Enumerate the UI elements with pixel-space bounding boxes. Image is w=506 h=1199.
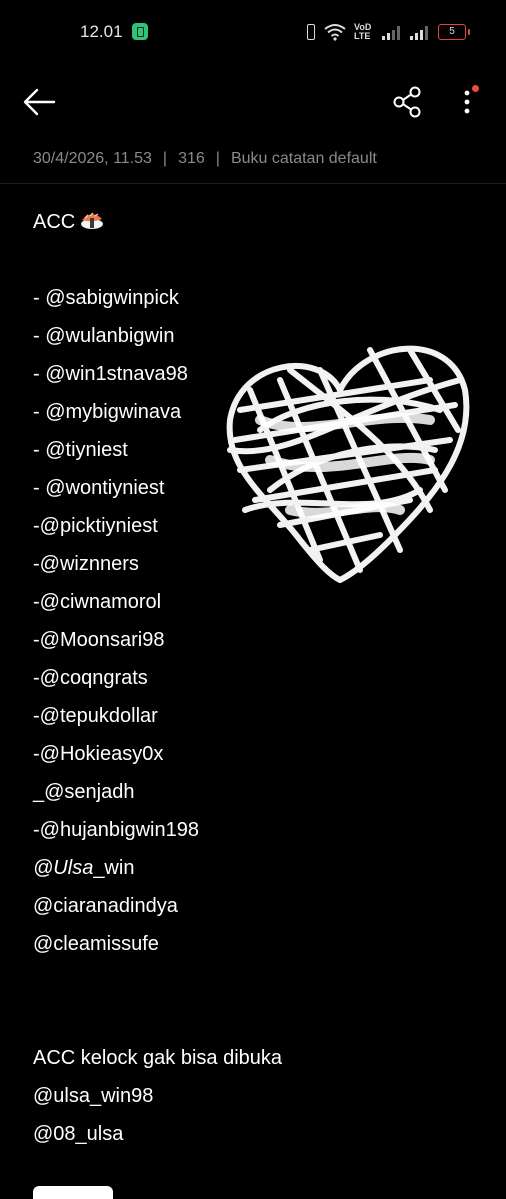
notebook-name[interactable]: Buku catatan default	[231, 150, 377, 167]
volte-icon: VoD LTE	[354, 22, 372, 41]
note-body[interactable]: ACC - @sabigwinpick - @wulanbigwin - @win1s…	[33, 203, 473, 1153]
note-line: - @wontiyniest	[33, 469, 473, 507]
note-line-text: @ciaranadindya	[33, 895, 178, 917]
meta-separator: |	[215, 150, 220, 167]
note-toolbar	[0, 70, 506, 134]
note-line: - @wulanbigwin	[33, 317, 473, 355]
more-button[interactable]	[452, 82, 482, 122]
note-line-text: - @sabigwinpick	[33, 287, 179, 309]
note-line-text: -@tepukdollar	[33, 705, 158, 727]
note-line-text: @ulsa_win98	[33, 1085, 154, 1107]
status-time: 12.01	[80, 22, 123, 41]
note-line-text: -@ciwnamorol	[33, 591, 162, 613]
app-notification-icon	[132, 23, 148, 40]
note-line-text: ACC kelock gak bisa dibuka	[33, 1047, 283, 1069]
note-line: - @sabigwinpick	[33, 279, 473, 317]
battery-icon: 5	[438, 24, 470, 40]
note-blank-line	[33, 963, 473, 1001]
note-line-text: @08_ulsa	[33, 1123, 124, 1145]
notification-dot	[472, 85, 479, 92]
note-line: - @tiyniest	[33, 431, 473, 469]
note-line: @Ulsa_win	[33, 849, 473, 887]
note-line-text: -@Hokieasy0x	[33, 743, 164, 765]
share-icon	[393, 86, 421, 118]
note-line-text: - @wontiyniest	[33, 477, 165, 499]
meta-separator: |	[162, 150, 168, 167]
note-line: -@Hokieasy0x	[33, 735, 473, 773]
back-button[interactable]	[20, 84, 60, 120]
note-line: @ulsa_win98	[33, 1077, 473, 1115]
note-line-text: - @mybigwinava	[33, 401, 182, 423]
sushi-icon	[81, 212, 104, 229]
note-line: @08_ulsa	[33, 1115, 473, 1153]
note-line-text: - @tiyniest	[33, 439, 128, 461]
note-date: 30/4/2026, 11.53	[33, 150, 152, 167]
note-metadata: 30/4/2026, 11.53 | 316 | Buku catatan defaul…	[33, 150, 377, 168]
vibrate-icon	[304, 23, 316, 41]
note-line: -@ciwnamorol	[33, 583, 473, 621]
note-line: -@picktiyniest	[33, 507, 473, 545]
note-line-text: _@senjadh	[33, 781, 135, 803]
note-line-text: -@coqngrats	[33, 667, 148, 689]
note-line-text: -@picktiyniest	[33, 515, 158, 537]
wifi-icon	[324, 24, 346, 41]
note-line-text: -@hujanbigwin198	[33, 819, 199, 841]
note-line: @cleamissufe	[33, 925, 473, 963]
note-line: - @win1stnava98	[33, 355, 473, 393]
note-line-italic-part: @Ulsa	[33, 857, 94, 879]
note-line-text: - @wulanbigwin	[33, 325, 175, 347]
note-line: - @mybigwinava	[33, 393, 473, 431]
note-line-text: -@Moonsari98	[33, 629, 165, 651]
note-line: -@Moonsari98	[33, 621, 473, 659]
note-blank-line	[33, 1001, 473, 1039]
note-line: -@tepukdollar	[33, 697, 473, 735]
signal-icon-2	[410, 24, 430, 40]
status-bar: 12.01 VoD LTE 5	[0, 0, 506, 64]
note-blank-line	[33, 241, 473, 279]
note-line: -@wiznners	[33, 545, 473, 583]
note-line-text: ACC	[33, 211, 76, 233]
cut-off-text-line	[33, 1186, 153, 1199]
note-line: @ciaranadindya	[33, 887, 473, 925]
note-line-text: - @win1stnava98	[33, 363, 188, 385]
note-line-text: @cleamissufe	[33, 933, 159, 955]
note-char-count: 316	[178, 150, 205, 167]
note-line: ACC	[33, 203, 473, 241]
note-line-text: @Ulsa_win	[33, 857, 135, 879]
note-line-text: -@wiznners	[33, 553, 139, 575]
note-line: -@coqngrats	[33, 659, 473, 697]
divider	[0, 183, 506, 184]
share-button[interactable]	[388, 82, 428, 122]
status-icons: VoD LTE 5	[304, 21, 470, 43]
arrow-left-icon	[23, 88, 56, 116]
signal-icon-1	[382, 24, 402, 40]
note-line: ACC kelock gak bisa dibuka	[33, 1039, 473, 1077]
note-line: _@senjadh	[33, 773, 473, 811]
note-line: -@hujanbigwin198	[33, 811, 473, 849]
